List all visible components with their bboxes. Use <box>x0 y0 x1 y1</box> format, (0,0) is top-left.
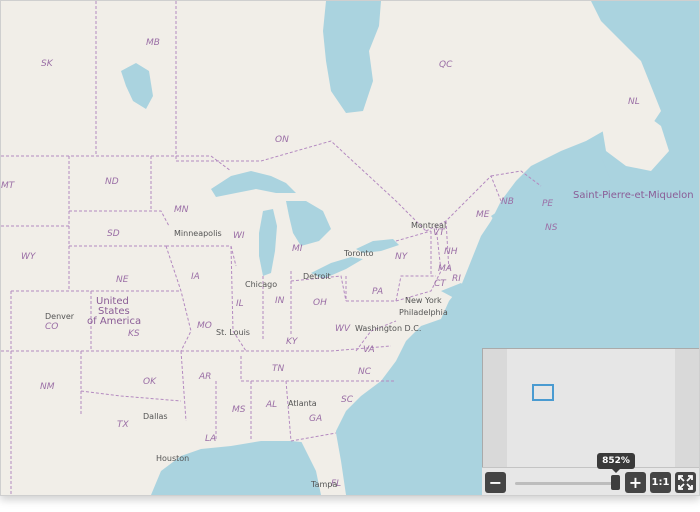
state-label: PE <box>542 199 553 209</box>
state-label: NH <box>444 247 458 257</box>
state-label: PA <box>372 287 383 297</box>
state-label: TN <box>272 364 284 374</box>
overview-minimap[interactable] <box>482 348 699 468</box>
zoom-slider-track[interactable] <box>515 482 619 485</box>
overview-world <box>507 349 675 468</box>
state-label: NS <box>545 223 558 233</box>
city-label: New York <box>405 296 442 305</box>
state-label: NB <box>501 197 514 207</box>
city-label: Toronto <box>343 249 374 258</box>
country-label: of America <box>87 316 141 327</box>
state-label: NE <box>116 275 129 285</box>
zoom-toolbar: − + 1:1 <box>482 467 699 495</box>
state-label: MS <box>232 405 246 415</box>
state-label: WI <box>233 231 245 241</box>
state-label: IA <box>191 272 200 282</box>
fullscreen-button[interactable] <box>675 472 696 493</box>
state-label: AR <box>198 372 211 382</box>
city-label: Chicago <box>245 280 277 289</box>
state-label: VA <box>363 345 375 355</box>
city-label: Philadelphia <box>399 308 448 317</box>
state-label: GA <box>309 414 322 424</box>
city-label: Minneapolis <box>174 229 222 238</box>
state-label: IL <box>236 299 244 309</box>
zoom-level-tooltip: 852% <box>597 453 635 473</box>
state-label: IN <box>275 296 285 306</box>
state-label: SC <box>341 395 354 405</box>
city-label: Houston <box>156 454 189 463</box>
state-label: AL <box>265 400 277 410</box>
overview-viewport-rect[interactable] <box>532 384 554 401</box>
state-label: KS <box>128 329 140 339</box>
state-label: NM <box>40 382 55 392</box>
state-label: MA <box>438 264 452 274</box>
city-label: St. Louis <box>216 328 250 337</box>
state-label: SD <box>107 229 120 239</box>
state-label: SK <box>41 59 54 69</box>
state-label: MB <box>146 38 160 48</box>
city-label: Denver <box>45 312 75 321</box>
state-label: WY <box>21 252 37 262</box>
city-label: Atlanta <box>288 399 317 408</box>
state-label: MO <box>197 321 212 331</box>
state-label: MT <box>1 181 16 191</box>
state-label: NC <box>358 367 372 377</box>
state-label: WV <box>335 324 351 334</box>
zoom-slider-thumb[interactable] <box>611 475 620 490</box>
city-label: Dallas <box>143 412 168 421</box>
city-label: Tampa <box>310 480 337 489</box>
country-label: Saint-Pierre-et-Miquelon <box>573 190 694 201</box>
city-label: Washington D.C. <box>355 324 421 333</box>
state-label: MN <box>174 205 189 215</box>
state-label: NY <box>395 252 409 262</box>
map-viewport[interactable]: SK MB ON QC NL MT ND MN WY SD WI MI NE I… <box>0 0 700 496</box>
state-label: ON <box>275 135 289 145</box>
state-label: OH <box>313 298 327 308</box>
zoom-in-button[interactable]: + <box>625 472 646 493</box>
state-label: OK <box>143 377 157 387</box>
state-label: MI <box>292 244 303 254</box>
state-label: QC <box>439 60 453 70</box>
city-label: Detroit <box>303 272 331 281</box>
state-label: ME <box>476 210 490 220</box>
actual-size-button[interactable]: 1:1 <box>650 472 671 493</box>
state-label: KY <box>286 337 299 347</box>
state-label: LA <box>205 434 216 444</box>
city-label: Montreal <box>411 221 446 230</box>
state-label: TX <box>117 420 129 430</box>
zoom-out-button[interactable]: − <box>485 472 506 493</box>
state-label: CT <box>434 279 447 289</box>
state-label: RI <box>452 274 461 284</box>
fullscreen-icon <box>678 475 693 490</box>
state-label: ND <box>105 177 119 187</box>
state-label: CO <box>45 322 58 332</box>
state-label: NL <box>628 97 640 107</box>
